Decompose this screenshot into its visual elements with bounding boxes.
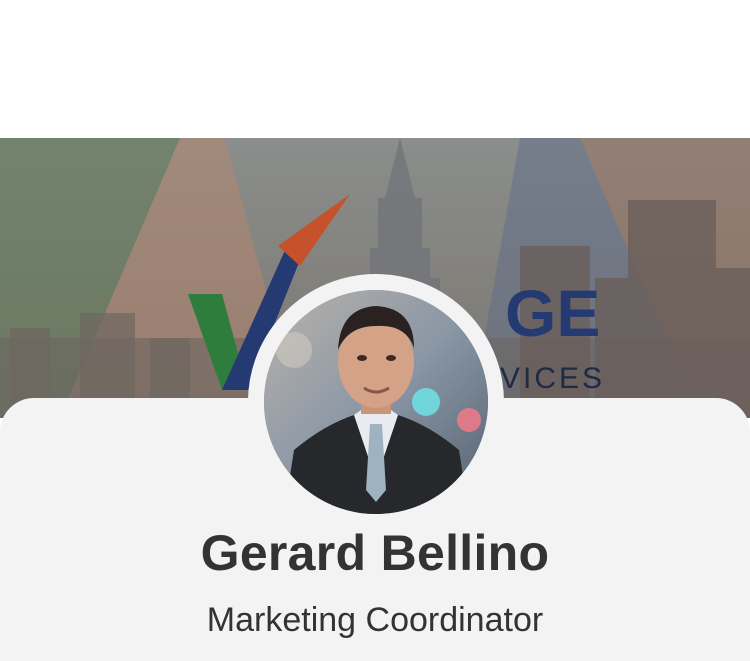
header-spacer [0, 0, 750, 138]
cover-logo-subtext: VICES [500, 362, 605, 395]
profile-name: Gerard Bellino [200, 525, 550, 581]
profile-page: GE VICES Gerard Bellino Marketing Coordi… [0, 0, 750, 661]
profile-title: Marketing Coordinator [206, 601, 544, 639]
avatar[interactable] [264, 290, 488, 514]
cover-logo-text: GE [505, 276, 600, 350]
